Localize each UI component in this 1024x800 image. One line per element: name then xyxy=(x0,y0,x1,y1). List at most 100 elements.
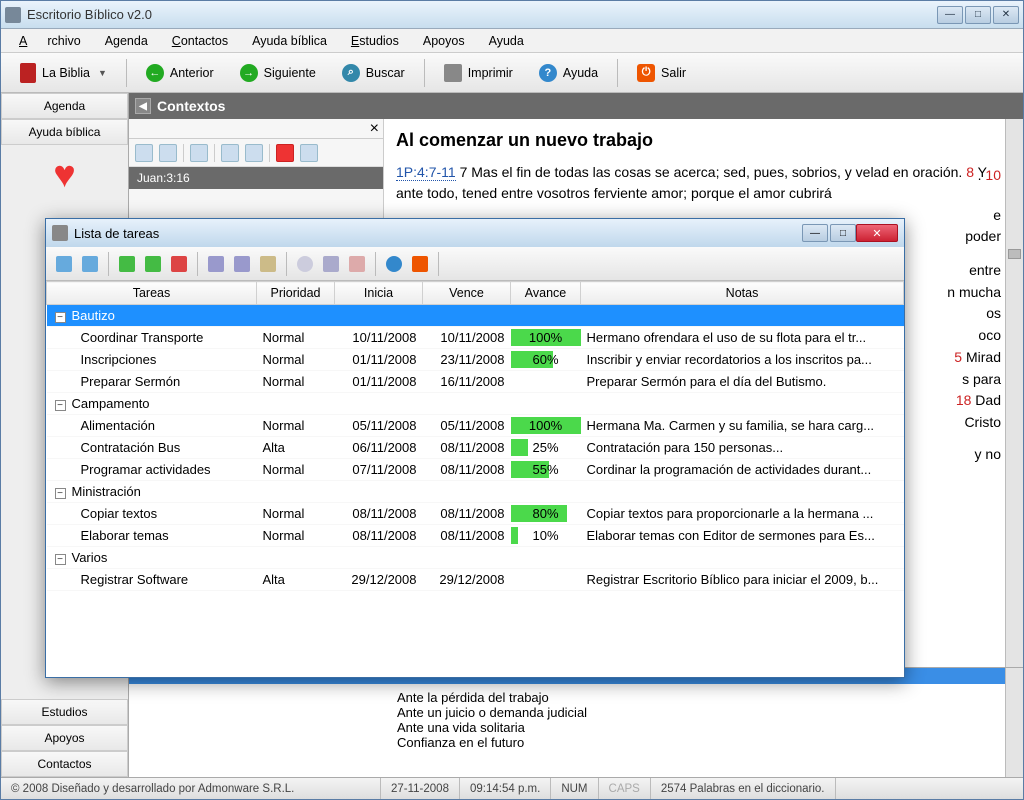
mini-tool-4[interactable] xyxy=(221,144,239,162)
tree-toggle-icon[interactable]: − xyxy=(55,488,66,499)
article-title: Al comenzar un nuevo trabajo xyxy=(396,127,1011,154)
task-grid[interactable]: Tareas Prioridad Inicia Vence Avance Not… xyxy=(46,281,904,677)
sidebar-item-apoyos[interactable]: Apoyos xyxy=(1,725,128,751)
dialog-minimize-button[interactable]: — xyxy=(802,224,828,242)
collapse-button[interactable]: ◀ xyxy=(135,98,151,114)
grid-group-row[interactable]: −Campamento xyxy=(47,393,904,415)
grid-row[interactable]: Coordinar TransporteNormal10/11/200810/1… xyxy=(47,327,904,349)
app-icon xyxy=(5,7,21,23)
grid-row[interactable]: Registrar SoftwareAlta29/12/200829/12/20… xyxy=(47,569,904,591)
menu-ayuda[interactable]: Ayuda xyxy=(479,32,534,50)
minimize-button[interactable]: — xyxy=(937,6,963,24)
status-date: 27-11-2008 xyxy=(381,778,460,799)
dialog-close-button[interactable]: ✕ xyxy=(856,224,898,242)
mini-heart-icon[interactable] xyxy=(276,144,294,162)
menu-archivo[interactable]: Archivo xyxy=(9,32,91,50)
tb-clear-filter[interactable] xyxy=(345,252,369,276)
contextos-header: ◀ Contextos xyxy=(129,93,1023,119)
sidebar-item-contactos[interactable]: Contactos xyxy=(1,751,128,777)
col-prioridad[interactable]: Prioridad xyxy=(257,282,335,305)
dialog-maximize-button[interactable]: □ xyxy=(830,224,856,242)
sidebar-item-estudios[interactable]: Estudios xyxy=(1,699,128,725)
sidebar-item-agenda[interactable]: Agenda xyxy=(1,93,128,119)
panel-close-icon[interactable]: × xyxy=(370,120,379,138)
grid-row[interactable]: Copiar textosNormal08/11/200808/11/20088… xyxy=(47,503,904,525)
power-icon: ⏻ xyxy=(637,64,655,82)
content-scrollbar[interactable] xyxy=(1005,119,1023,667)
topic-item[interactable]: Ante la pérdida del trabajo xyxy=(397,690,1015,705)
maximize-button[interactable]: □ xyxy=(965,6,991,24)
tb-outdent[interactable] xyxy=(204,252,228,276)
status-num: NUM xyxy=(551,778,598,799)
topics-scrollbar[interactable] xyxy=(1005,668,1023,777)
col-tareas[interactable]: Tareas xyxy=(47,282,257,305)
grid-header-row[interactable]: Tareas Prioridad Inicia Vence Avance Not… xyxy=(47,282,904,305)
tb-help[interactable] xyxy=(382,252,406,276)
col-notas[interactable]: Notas xyxy=(581,282,904,305)
tb-collapse-all[interactable] xyxy=(78,252,102,276)
statusbar: © 2008 Diseñado y desarrollado por Admon… xyxy=(1,777,1023,799)
help-icon: ? xyxy=(539,64,557,82)
mini-toolbar xyxy=(129,139,383,167)
forward-button[interactable]: →Siguiente xyxy=(229,59,327,87)
menu-ayuda-biblica[interactable]: Ayuda bíblica xyxy=(242,32,337,50)
tb-zoom[interactable] xyxy=(293,252,317,276)
bible-dropdown[interactable]: La Biblia▼ xyxy=(9,58,118,88)
grid-row[interactable]: Elaborar temasNormal08/11/200808/11/2008… xyxy=(47,525,904,547)
topics-panel: Ante la pérdida del trabajo Ante un juic… xyxy=(129,667,1023,777)
grid-group-row[interactable]: −Bautizo xyxy=(47,305,904,327)
close-button[interactable]: ✕ xyxy=(993,6,1019,24)
print-button[interactable]: Imprimir xyxy=(433,59,524,87)
grid-group-row[interactable]: −Ministración xyxy=(47,481,904,503)
verse-reference-link[interactable]: 1P:4:7-11 xyxy=(396,164,456,181)
topic-item[interactable]: Ante un juicio o demanda judicial xyxy=(397,705,1015,720)
main-titlebar[interactable]: Escritorio Bíblico v2.0 — □ ✕ xyxy=(1,1,1023,29)
menu-estudios[interactable]: Estudios xyxy=(341,32,409,50)
app-title: Escritorio Bíblico v2.0 xyxy=(27,7,937,22)
contextos-title: Contextos xyxy=(157,98,225,114)
mini-tool-2[interactable] xyxy=(159,144,177,162)
tb-close[interactable] xyxy=(408,252,432,276)
grid-row[interactable]: Preparar SermónNormal01/11/200816/11/200… xyxy=(47,371,904,393)
help-button[interactable]: ?Ayuda xyxy=(528,59,609,87)
mini-tool-6[interactable] xyxy=(300,144,318,162)
menu-agenda[interactable]: Agenda xyxy=(95,32,158,50)
exit-button[interactable]: ⏻Salir xyxy=(626,59,697,87)
tb-add[interactable] xyxy=(115,252,139,276)
status-words: 2574 Palabras en el diccionario. xyxy=(651,778,836,799)
search-button[interactable]: ⌕Buscar xyxy=(331,59,416,87)
col-inicia[interactable]: Inicia xyxy=(335,282,423,305)
tb-indent[interactable] xyxy=(230,252,254,276)
tb-add-sub[interactable] xyxy=(141,252,165,276)
back-button[interactable]: ←Anterior xyxy=(135,59,225,87)
col-avance[interactable]: Avance xyxy=(511,282,581,305)
tree-toggle-icon[interactable]: − xyxy=(55,554,66,565)
dialog-icon xyxy=(52,225,68,241)
task-list-dialog: Lista de tareas — □ ✕ Tareas xyxy=(45,218,905,678)
reference-bar[interactable]: Juan:3:16 xyxy=(129,167,383,189)
tb-expand-all[interactable] xyxy=(52,252,76,276)
tb-delete[interactable] xyxy=(167,252,191,276)
sidebar-heart-icon[interactable]: ♥ xyxy=(1,145,128,205)
topic-item[interactable]: Confianza en el futuro xyxy=(397,735,1015,750)
heart-icon: ♥ xyxy=(53,154,76,197)
grid-row[interactable]: InscripcionesNormal01/11/200823/11/20086… xyxy=(47,349,904,371)
tree-toggle-icon[interactable]: − xyxy=(55,400,66,411)
menu-contactos[interactable]: Contactos xyxy=(162,32,238,50)
dialog-titlebar[interactable]: Lista de tareas — □ ✕ xyxy=(46,219,904,247)
grid-group-row[interactable]: −Varios xyxy=(47,547,904,569)
tb-filter[interactable] xyxy=(319,252,343,276)
grid-row[interactable]: AlimentaciónNormal05/11/200805/11/200810… xyxy=(47,415,904,437)
col-vence[interactable]: Vence xyxy=(423,282,511,305)
book-icon xyxy=(20,63,36,83)
menu-apoyos[interactable]: Apoyos xyxy=(413,32,475,50)
sidebar-item-ayuda-biblica[interactable]: Ayuda bíblica xyxy=(1,119,128,145)
mini-tool-3[interactable] xyxy=(190,144,208,162)
tree-toggle-icon[interactable]: − xyxy=(55,312,66,323)
grid-row[interactable]: Programar actividadesNormal07/11/200808/… xyxy=(47,459,904,481)
mini-tool-5[interactable] xyxy=(245,144,263,162)
tb-edit[interactable] xyxy=(256,252,280,276)
mini-tool-1[interactable] xyxy=(135,144,153,162)
grid-row[interactable]: Contratación BusAlta06/11/200808/11/2008… xyxy=(47,437,904,459)
topic-item[interactable]: Ante una vida solitaria xyxy=(397,720,1015,735)
